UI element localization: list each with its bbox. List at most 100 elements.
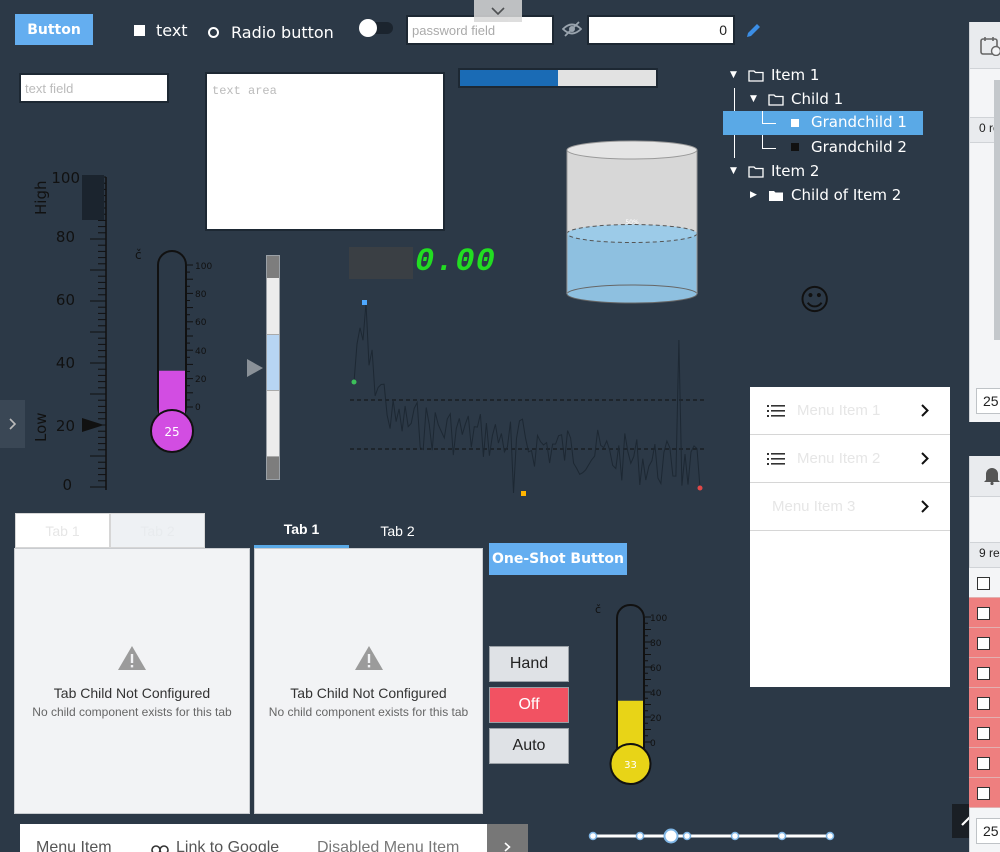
max-point-marker	[362, 300, 367, 305]
tab-right-1[interactable]: Tab 1	[254, 513, 349, 548]
slider-end-cap	[267, 256, 279, 278]
tab-label: Tab 2	[140, 522, 175, 539]
one-shot-button[interactable]: One-Shot Button	[489, 543, 627, 575]
row-checkbox[interactable]	[977, 577, 990, 590]
chevron-right-icon	[921, 404, 929, 417]
menu-scroll-button[interactable]	[487, 824, 528, 852]
radio-button[interactable]	[208, 27, 219, 38]
tree-item-1[interactable]: ▼ Item 1	[730, 64, 819, 86]
min-point-marker	[521, 491, 526, 496]
chevron-right-icon	[921, 452, 929, 465]
checkbox[interactable]	[134, 25, 145, 36]
leaf-icon	[791, 143, 799, 151]
state-button-off[interactable]: Off	[489, 687, 569, 723]
tree-item-label: Child of Item 2	[791, 186, 902, 204]
thermometer-tick-label: 20	[195, 375, 207, 385]
disabled-menu-item: Disabled Menu Item	[317, 839, 460, 852]
state-button-label: Auto	[512, 737, 546, 754]
page-size-value: 25	[983, 823, 999, 839]
panel-subtitle: No child component exists for this tab	[268, 705, 469, 719]
warning-icon	[118, 646, 146, 670]
text-area[interactable]: text area	[205, 72, 445, 231]
state-button-hand[interactable]: Hand	[489, 646, 569, 682]
state-button-auto[interactable]: Auto	[489, 728, 569, 764]
thermometer-tick-label: 100	[195, 262, 212, 272]
thermometer-tick-label: 40	[650, 689, 662, 699]
sparkline-chart	[350, 300, 705, 496]
menu-item[interactable]: Menu Item	[36, 839, 112, 852]
last-point-marker	[697, 485, 703, 491]
tree-guide-line	[762, 111, 763, 123]
tree-guide-line	[762, 148, 776, 149]
menu-item-label: Menu Item 2	[797, 450, 881, 467]
vertical-slider[interactable]	[266, 255, 280, 480]
scale-tick-label: 0	[62, 476, 72, 494]
menu-item-1[interactable]: Menu Item 1	[750, 387, 950, 435]
toggle-switch[interactable]	[359, 19, 393, 37]
tree-item-grandchild-1[interactable]: Grandchild 1	[723, 111, 923, 135]
row-checkbox[interactable]	[977, 607, 990, 620]
menu-item-3[interactable]: Menu Item 3	[750, 483, 950, 531]
radio-label: Radio button	[231, 23, 334, 42]
folder-closed-icon	[769, 190, 783, 201]
tab-label: Tab 1	[283, 521, 320, 537]
progress-fill	[460, 70, 558, 86]
tab-right-2[interactable]: Tab 2	[350, 513, 445, 548]
thermometer-tick-label: 20	[650, 714, 662, 724]
dropdown-handle[interactable]	[474, 0, 522, 22]
panel-title: Tab Child Not Configured	[53, 685, 211, 701]
row-checkbox[interactable]	[977, 727, 990, 740]
thermometer-value: 25	[164, 425, 179, 439]
page-size-select[interactable]: 25	[976, 388, 1000, 414]
thermometer-tick-label: 0	[650, 739, 656, 749]
tab-left-2[interactable]: Tab 2	[110, 513, 205, 548]
row-checkbox[interactable]	[977, 667, 990, 680]
thermometer-unit: č	[595, 603, 601, 616]
tab-panel-right: Tab Child Not Configured No child compon…	[254, 548, 483, 814]
horizontal-slider[interactable]	[585, 826, 835, 846]
row-checkbox[interactable]	[977, 637, 990, 650]
calendar-icon	[980, 37, 1000, 56]
right-panel-upper: 0 re 25	[969, 22, 1000, 422]
level-scale: High Low 100 80 60 40 20 0	[32, 169, 107, 494]
thermometer-1: č 25 100 80 60 40 20 0	[135, 248, 212, 453]
eye-off-icon[interactable]	[562, 20, 582, 38]
slider-divider	[267, 390, 279, 391]
tree-item-child-of-item-2[interactable]: ▶ Child of Item 2	[750, 184, 901, 206]
menu-item-label: Menu Item 1	[797, 402, 881, 419]
tree-item-label: Grandchild 2	[811, 138, 907, 156]
page-size-value: 25	[983, 393, 999, 409]
scale-tick-label: 80	[56, 228, 75, 246]
thermometer-tick-label: 80	[650, 639, 662, 649]
led-value: 0.00	[415, 243, 496, 280]
text-field[interactable]: text field	[19, 73, 169, 103]
list-icon	[767, 452, 785, 465]
tab-panel-left: Tab Child Not Configured No child compon…	[14, 548, 250, 814]
slider-handle[interactable]	[663, 828, 679, 844]
slider-pointer-icon[interactable]	[246, 358, 264, 378]
text-area-placeholder: text area	[212, 84, 277, 98]
tree-item-grandchild-2[interactable]: Grandchild 2	[791, 136, 907, 158]
scrollbar[interactable]	[994, 80, 1000, 340]
side-drawer-handle[interactable]	[0, 400, 25, 448]
numeric-input[interactable]: 0	[587, 15, 735, 45]
state-button-label: Off	[518, 696, 540, 713]
tree-item-child-1[interactable]: ▼ Child 1	[750, 88, 843, 110]
link-to-google[interactable]: Link to Google	[176, 839, 279, 852]
menu-item-2[interactable]: Menu Item 2	[750, 435, 950, 483]
row-checkbox[interactable]	[977, 697, 990, 710]
sparkline-series	[353, 302, 701, 494]
row-checkbox[interactable]	[977, 787, 990, 800]
thermometer-tick-label: 40	[195, 347, 207, 357]
page-size-select[interactable]: 25	[976, 818, 1000, 844]
tree-item-2[interactable]: ▼ Item 2	[730, 160, 819, 182]
thermometer-tick-label: 60	[650, 664, 662, 674]
row-checkbox[interactable]	[977, 757, 990, 770]
tab-left-1[interactable]: Tab 1	[15, 513, 110, 548]
tab-label: Tab 1	[45, 522, 80, 539]
primary-button[interactable]: Button	[15, 14, 93, 45]
pencil-icon[interactable]	[745, 21, 763, 39]
horizontal-menu: Menu Item Link to Google Disabled Menu I…	[20, 824, 528, 852]
panel-title: Tab Child Not Configured	[290, 685, 447, 701]
thermometer-tick-label: 60	[195, 318, 207, 328]
